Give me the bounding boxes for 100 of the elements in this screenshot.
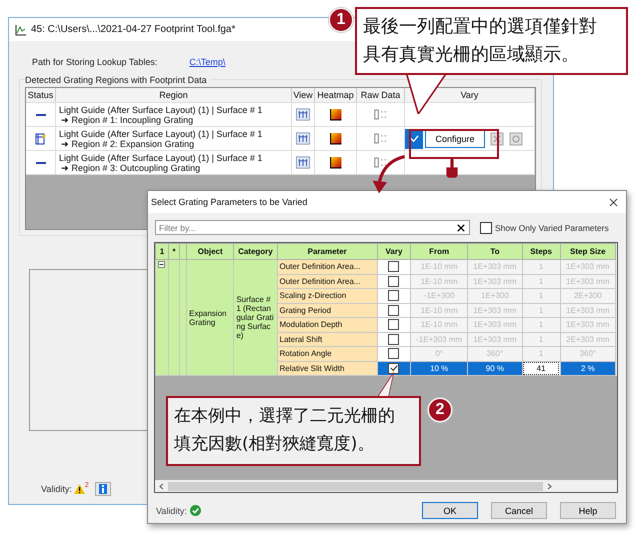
region-name: Light Guide (After Surface Layout) (1) | Surface # 1: [59, 128, 262, 138]
parameter-cell: Scaling z-Direction: [277, 288, 378, 303]
region-subname: ➜ Region # 1: Incoupling Grating: [61, 114, 194, 124]
object-cell: Expansion Grating: [186, 260, 234, 376]
column-header: Category: [234, 244, 277, 260]
heatmap-icon[interactable]: [328, 108, 342, 121]
parameter-cell: Rotation Angle: [277, 346, 378, 361]
clear-icon[interactable]: [457, 224, 465, 232]
raw-data-icon[interactable]: [372, 132, 388, 145]
from-cell: 1E-10 mm: [410, 318, 468, 332]
parameter-cell: Outer Definition Area...: [277, 274, 378, 288]
steps-cell: 1: [522, 332, 560, 346]
step-size-cell: 360°: [560, 346, 616, 361]
column-header: 1: [156, 244, 169, 260]
view-icon[interactable]: [296, 132, 310, 145]
scroll-left-icon[interactable]: [159, 482, 164, 490]
region-name: Light Guide (After Surface Layout) (1) | Surface # 1: [59, 152, 262, 162]
column-header: Status: [26, 88, 56, 102]
step-size-cell: 2 %: [560, 361, 616, 376]
dialog-button[interactable]: OK: [422, 502, 478, 519]
path-link[interactable]: C:\Temp\: [189, 57, 226, 67]
parameter-cell: Lateral Shift: [277, 332, 378, 346]
collapse-icon[interactable]: [158, 261, 165, 268]
steps-cell: 1: [522, 303, 560, 318]
vary-checkbox[interactable]: [388, 276, 400, 287]
view-icon[interactable]: [296, 156, 310, 169]
vary-checkbox[interactable]: [388, 334, 400, 345]
group-title: Detected Grating Regions with Footprint Data: [25, 75, 210, 85]
dialog-button[interactable]: Help: [560, 502, 616, 519]
parameter-cell: Grating Period: [277, 303, 378, 318]
column-header: *: [168, 244, 180, 260]
raw-data-icon[interactable]: [372, 108, 388, 121]
validity-label: Validity:: [156, 506, 187, 516]
scroll-right-icon[interactable]: [547, 482, 552, 490]
step-number-badge: 1: [329, 8, 353, 32]
column-header: Raw Data: [357, 88, 405, 102]
checkbox-label: Show Only Varied Parameters: [495, 222, 609, 232]
raw-data-icon[interactable]: [372, 156, 388, 169]
to-cell: 1E+303 mm: [468, 332, 522, 346]
filter-input[interactable]: Filter by...: [156, 221, 457, 234]
from-cell: 0°: [410, 346, 468, 361]
to-cell: 90 %: [468, 361, 522, 376]
info-button[interactable]: [94, 482, 111, 496]
vary-checkbox[interactable]: [388, 261, 400, 272]
step-size-cell: 1E+303 mm: [560, 318, 616, 332]
grid-search-icon[interactable]: [509, 132, 523, 146]
step-size-cell: 2E+303 mm: [560, 332, 616, 346]
column-header: View: [292, 88, 315, 102]
vary-checkbox[interactable]: [388, 348, 400, 360]
from-cell: -1E+303 mm: [410, 332, 468, 346]
steps-cell: 1: [522, 288, 560, 303]
parameter-cell: Modulation Depth: [277, 318, 378, 332]
vary-checkbox[interactable]: [388, 304, 400, 316]
step-size-cell: 1E+303 mm: [560, 303, 616, 318]
dash-icon: [36, 112, 46, 116]
from-cell: -1E+300: [410, 288, 468, 303]
from-cell: 1E-10 mm: [410, 260, 468, 274]
view-icon[interactable]: [296, 108, 310, 121]
to-cell: 1E+303 mm: [468, 303, 522, 318]
column-header: Steps: [522, 244, 560, 260]
steps-cell: 1: [522, 318, 560, 332]
validity-label: Validity:: [41, 484, 72, 494]
vary-checkbox[interactable]: [388, 290, 400, 302]
dialog-title: Select Grating Parameters to be Varied: [151, 197, 308, 207]
steps-cell: 1: [522, 260, 560, 274]
filter-field[interactable]: Filter by...: [155, 220, 470, 235]
category-cell: Surface #1 (Rectangular Grating Surface): [234, 260, 277, 376]
step-size-cell: 1E+303 mm: [560, 260, 616, 274]
step-size-cell: 1E+303 mm: [560, 274, 616, 288]
from-cell: 1E-10 mm: [410, 274, 468, 288]
region-subname: ➜ Region # 3: Outcoupling Grating: [61, 162, 200, 172]
app-icon: [15, 24, 27, 36]
close-icon[interactable]: [609, 198, 618, 206]
check-circle-icon: [190, 505, 201, 516]
to-cell: 360°: [468, 346, 522, 361]
column-header: From: [410, 244, 468, 260]
column-header: Heatmap: [315, 88, 357, 102]
hand-pointer-icon: [444, 158, 460, 180]
table-config-icon: [35, 132, 46, 144]
region-name: Light Guide (After Surface Layout) (1) | Surface # 1: [59, 104, 262, 114]
dash-icon: [36, 160, 46, 164]
heatmap-icon[interactable]: [328, 156, 342, 169]
column-header: Vary: [377, 244, 411, 260]
to-cell: 1E+300: [468, 288, 522, 303]
vary-checkbox[interactable]: [388, 319, 400, 330]
steps-cell: 1: [522, 274, 560, 288]
dialog-button[interactable]: Cancel: [491, 502, 547, 519]
column-header: Parameter: [277, 244, 378, 260]
parameter-cell: Outer Definition Area...: [277, 260, 378, 274]
steps-cell[interactable]: 41: [522, 361, 560, 376]
vary-checkbox[interactable]: [388, 362, 400, 374]
checkbox[interactable]: [480, 222, 492, 234]
column-header: Object: [186, 244, 234, 260]
from-cell: 1E-10 mm: [410, 303, 468, 318]
heatmap-icon[interactable]: [328, 132, 342, 145]
column-header: Region: [56, 88, 292, 102]
callout-text: 在本例中，選擇了二元光柵的填充因數(相對狹縫寬度)。: [166, 396, 421, 466]
window-title: 45: C:\Users\...\2021-04-27 Footprint Tool.fga*: [31, 24, 236, 35]
step-size-cell: 2E+300: [560, 288, 616, 303]
to-cell: 1E+303 mm: [468, 318, 522, 332]
